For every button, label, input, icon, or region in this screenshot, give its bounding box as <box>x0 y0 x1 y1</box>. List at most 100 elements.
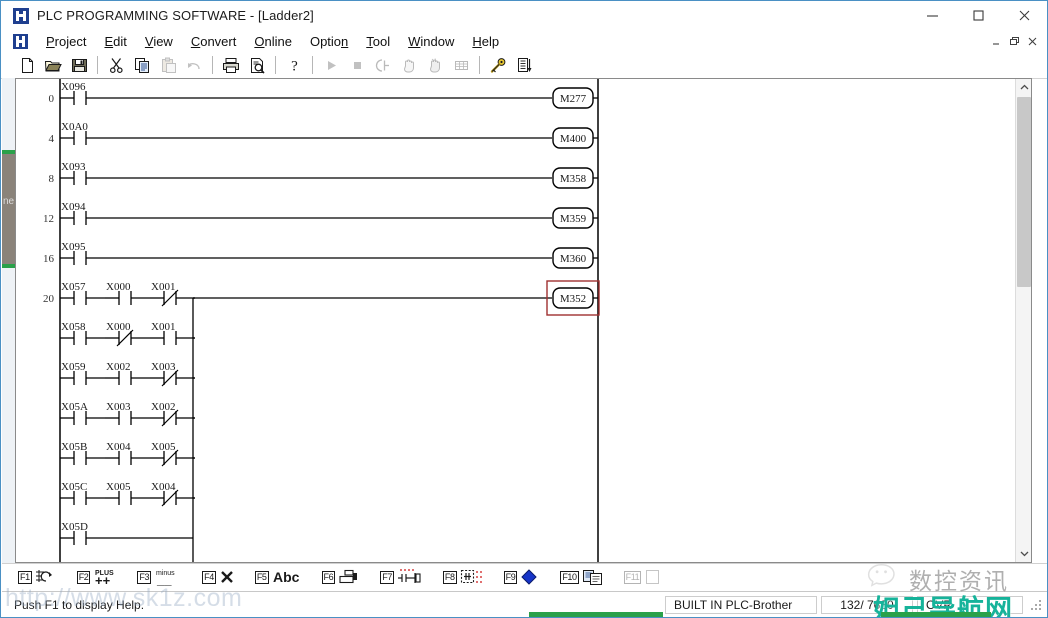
copy-icon[interactable] <box>130 54 154 77</box>
maximize-icon[interactable] <box>955 1 1001 30</box>
fkey-f9[interactable]: F9 <box>503 566 541 588</box>
cut-icon[interactable] <box>104 54 128 77</box>
menu-item-edit[interactable]: Edit <box>95 33 135 50</box>
menu-item-online[interactable]: Online <box>245 33 301 50</box>
open-file-icon[interactable] <box>41 54 65 77</box>
status-step-count: 132/ 7680 <box>821 596 913 614</box>
panel-accent-bottom <box>2 264 15 268</box>
print-preview-icon[interactable] <box>245 54 269 77</box>
menu-bar: Project Edit View Convert Online Option … <box>1 30 1047 53</box>
menu-item-option[interactable]: Option <box>301 33 357 50</box>
close-icon[interactable] <box>1001 1 1047 30</box>
svg-text:8: 8 <box>49 173 55 185</box>
key-icon[interactable] <box>486 54 510 77</box>
svg-text:X05E: X05E <box>61 561 87 562</box>
new-file-icon[interactable] <box>15 54 39 77</box>
status-edit-mode: OVR <box>917 596 1023 614</box>
left-docked-panel-edge[interactable]: ne <box>2 78 16 563</box>
hand-icon <box>397 54 421 77</box>
monitor-contact-icon <box>371 54 395 77</box>
fkey-f3[interactable]: F3 minus __ <box>137 566 182 588</box>
svg-text:Abc: Abc <box>273 569 300 585</box>
mdi-window-controls <box>987 33 1041 49</box>
fkey-tag-f9: F9 <box>503 570 518 584</box>
help-question-icon[interactable]: ? <box>282 54 306 77</box>
run-icon <box>319 54 343 77</box>
plc-app-icon <box>13 7 29 24</box>
fkey-f1[interactable]: F1 <box>18 566 57 588</box>
svg-text:X002: X002 <box>151 401 175 413</box>
chevron-down-icon[interactable] <box>1016 545 1031 562</box>
menu-label-online: nline <box>264 33 292 49</box>
fkey-tag-f8: F8 <box>442 570 457 584</box>
menu-item-window[interactable]: Window <box>399 33 463 50</box>
ladder-editor-window[interactable]: 0 X096 M277 4 X0A0 M400 8 X093 M358 12 X094 M359 16 X… <box>15 78 1032 563</box>
fkey-tag-f4: F4 <box>202 570 216 584</box>
menu-item-convert[interactable]: Convert <box>182 33 246 50</box>
menu-item-view[interactable]: View <box>136 33 182 50</box>
fkey-f8[interactable]: F8 <box>442 566 484 588</box>
fkey-tag-f7: F7 <box>380 570 394 584</box>
list-sort-icon[interactable] <box>512 54 536 77</box>
svg-text:M400: M400 <box>560 133 587 145</box>
menu-label-project: roject <box>54 33 87 49</box>
svg-text:?: ? <box>291 58 298 74</box>
fkey-tag-f10: F10 <box>560 570 579 584</box>
menu-label-help: elp <box>481 33 500 49</box>
select-area-icon <box>460 568 484 586</box>
stop-icon <box>345 54 369 77</box>
contact-insert-icon <box>397 568 423 586</box>
fkey-f11: F11 <box>623 566 663 588</box>
minimize-icon[interactable] <box>909 1 955 30</box>
function-key-toolbar: F1 F2 PLUS ++ F3 minus __ F4 F5 Abc F6 F… <box>2 563 1047 590</box>
print-icon[interactable] <box>219 54 243 77</box>
fkey-f5[interactable]: F5 Abc <box>254 566 302 588</box>
menu-item-project[interactable]: Project <box>37 33 95 50</box>
menu-label-view: iew <box>153 33 173 49</box>
mdi-minimize-icon[interactable] <box>987 33 1005 49</box>
fkey-tag-f6: F6 <box>321 570 336 584</box>
menu-item-tool[interactable]: Tool <box>357 33 399 50</box>
vertical-scrollbar[interactable] <box>1015 79 1031 562</box>
diamond-marker-icon <box>520 568 540 586</box>
menu-label-window: indow <box>420 33 455 49</box>
toolbar-separator <box>312 56 313 74</box>
ladder-canvas[interactable]: 0 X096 M277 4 X0A0 M400 8 X093 M358 12 X094 M359 16 X… <box>16 79 1016 562</box>
status-bar: Push F1 to display Help. BUILT IN PLC-Br… <box>2 591 1047 617</box>
hand-write-icon <box>423 54 447 77</box>
blank-icon <box>644 569 662 585</box>
fkey-f4[interactable]: F4 <box>202 566 235 588</box>
scrollbar-thumb[interactable] <box>1017 97 1031 287</box>
svg-text:16: 16 <box>43 253 55 265</box>
fkey-f6[interactable]: F6 <box>321 566 361 588</box>
copy-pages-icon <box>582 569 604 586</box>
menu-item-help[interactable]: Help <box>463 33 508 50</box>
svg-text:20: 20 <box>43 293 55 305</box>
menu-label-tool: ool <box>372 33 391 49</box>
fkey-f7[interactable]: F7 <box>380 566 423 588</box>
block-move-icon <box>338 569 360 585</box>
svg-text:M358: M358 <box>560 173 587 185</box>
text-abc-icon: Abc <box>272 569 302 585</box>
fkey-f2[interactable]: F2 PLUS ++ <box>76 566 118 588</box>
status-plc-type: BUILT IN PLC-Brother <box>665 596 817 614</box>
mdi-close-icon[interactable] <box>1023 33 1041 49</box>
fkey-tag-f3: F3 <box>137 570 152 584</box>
svg-text:12: 12 <box>43 213 54 225</box>
chevron-up-icon[interactable] <box>1016 79 1031 96</box>
svg-text:4: 4 <box>49 133 55 145</box>
menu-label-edit: dit <box>113 33 127 49</box>
minus-minus-icon: minus __ <box>154 568 182 587</box>
toolbar-separator <box>97 56 98 74</box>
resize-grip-icon[interactable] <box>1029 598 1043 612</box>
ladder-diagram[interactable]: 0X096M2774X0A0M4008X093M35812X094M35916X… <box>16 79 1016 562</box>
status-hint: Push F1 to display Help. <box>14 598 145 612</box>
plus-plus-icon: PLUS ++ <box>93 568 117 587</box>
fkey-tag-f5: F5 <box>254 570 269 584</box>
fkey-f10[interactable]: F10 <box>560 566 603 588</box>
save-icon[interactable] <box>67 54 91 77</box>
menu-label-option: Optio <box>309 33 342 49</box>
document-window-icon[interactable] <box>13 33 28 49</box>
mdi-restore-icon[interactable] <box>1005 33 1023 49</box>
application-window: PLC PROGRAMMING SOFTWARE - [Ladder2] Pro… <box>0 0 1048 618</box>
